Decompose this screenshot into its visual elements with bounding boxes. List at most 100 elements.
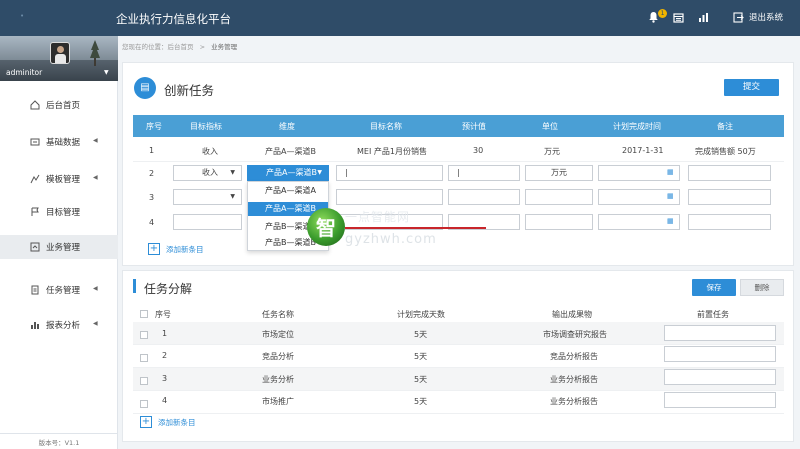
note-input[interactable] <box>688 165 771 181</box>
unit-input[interactable] <box>525 214 593 230</box>
indicator-value: 收入 <box>202 147 218 156</box>
row-number: 4 <box>149 218 155 227</box>
target-icon <box>30 207 40 217</box>
task-decompose-title: 任务分解 <box>144 282 193 296</box>
text-cursor: | <box>457 168 460 177</box>
sidebar-item-templates[interactable]: 模板管理 ◀ <box>0 167 118 191</box>
profile-panel[interactable]: adminitor ▼ <box>0 36 118 81</box>
breadcrumb-separator: > <box>199 43 206 51</box>
predecessor-input[interactable] <box>664 325 776 341</box>
avatar[interactable] <box>50 42 70 64</box>
tree-icon <box>90 40 100 66</box>
document-icon: ▤ <box>134 77 156 99</box>
calendar-icon[interactable] <box>671 9 685 25</box>
select-all-checkbox[interactable] <box>140 310 148 318</box>
chevron-left-icon: ◀ <box>93 285 98 292</box>
sidebar-item-reports[interactable]: 报表分析 ◀ <box>0 313 118 337</box>
sidebar-item-business[interactable]: 业务管理 <box>0 235 118 259</box>
note-input[interactable] <box>688 189 771 205</box>
sidebar-item-label: 后台首页 <box>46 101 81 111</box>
task-name: 竞品分析 <box>262 352 294 361</box>
top-bar: • 企业执行力信息化平台 1 退出系统 <box>0 0 800 36</box>
add-entry-button[interactable]: + 添加新条目 <box>140 416 196 428</box>
delete-button[interactable]: 删除 <box>740 279 784 296</box>
row-checkbox[interactable] <box>140 354 148 362</box>
date-input[interactable]: ▦ <box>598 165 680 181</box>
sidebar-item-label: 报表分析 <box>46 321 81 331</box>
note-input[interactable] <box>688 214 771 230</box>
column-header: 前置任务 <box>697 310 729 319</box>
unit-input[interactable] <box>525 189 593 205</box>
plus-icon: + <box>148 243 160 255</box>
chevron-left-icon: ◀ <box>93 174 98 181</box>
task-days: 5天 <box>414 375 428 384</box>
target-name-input[interactable] <box>336 189 443 205</box>
row-checkbox[interactable] <box>140 377 148 385</box>
row-checkbox[interactable] <box>140 400 148 408</box>
column-header: 单位 <box>542 122 558 131</box>
database-icon <box>30 137 40 147</box>
unit-value: 万元 <box>544 147 560 156</box>
logout-icon <box>733 11 744 23</box>
breadcrumb: 您现在的位置：后台首页 > 业务管理 <box>122 41 237 51</box>
sidebar-item-label: 业务管理 <box>46 243 81 253</box>
submit-button[interactable]: 提交 <box>724 79 779 96</box>
dimension-select-value: 产品A—渠道B <box>266 168 317 177</box>
note-value: 完成销售额 50万 <box>695 147 756 156</box>
caret-down-icon: ▼ <box>230 193 235 200</box>
expected-value-input[interactable]: | <box>448 165 520 181</box>
add-entry-button[interactable]: + 添加新条目 <box>148 243 204 255</box>
date-input[interactable]: ▦ <box>598 189 680 205</box>
sidebar-item-targets[interactable]: 目标管理 <box>0 200 118 224</box>
calendar-icon[interactable]: ▦ <box>667 168 675 176</box>
column-header: 计划完成时间 <box>613 122 661 131</box>
column-header: 序号 <box>155 310 171 319</box>
target-name-input[interactable]: | <box>336 165 443 181</box>
sidebar-item-basic-data[interactable]: 基础数据 ◀ <box>0 130 118 154</box>
column-header: 目标名称 <box>370 122 402 131</box>
predecessor-input[interactable] <box>664 346 776 362</box>
caret-down-icon: ▼ <box>317 169 322 176</box>
dimension-select[interactable]: 产品A—渠道B ▼ <box>247 165 329 181</box>
predecessor-input[interactable] <box>664 392 776 408</box>
sidebar: adminitor ▼ 后台首页 基础数据 ◀ 模板管理 ◀ 目标管理 业务管理… <box>0 36 118 449</box>
predecessor-input[interactable] <box>664 369 776 385</box>
unit-input[interactable]: 万元 <box>525 165 593 181</box>
watermark-logo: 智 <box>307 208 345 246</box>
table-row <box>133 138 784 162</box>
username: adminitor <box>6 68 43 77</box>
date-input[interactable]: ▦ <box>598 214 680 230</box>
sidebar-item-label: 目标管理 <box>46 208 81 218</box>
template-icon <box>30 174 40 184</box>
dropdown-option[interactable]: 产品A—渠道A <box>248 184 328 198</box>
expected-value-input[interactable] <box>448 189 520 205</box>
row-number: 4 <box>162 396 168 405</box>
caret-down-icon: ▼ <box>230 169 235 176</box>
save-button[interactable]: 保存 <box>692 279 736 296</box>
row-checkbox[interactable] <box>140 331 148 339</box>
column-header: 备注 <box>717 122 733 131</box>
bar-chart-icon[interactable] <box>696 9 710 25</box>
sidebar-item-home[interactable]: 后台首页 <box>0 93 118 117</box>
indicator-select[interactable]: ▼ <box>173 189 242 205</box>
row-number: 2 <box>149 169 155 178</box>
logout-button[interactable]: 退出系统 <box>733 11 783 23</box>
sidebar-item-tasks[interactable]: 任务管理 ◀ <box>0 278 118 302</box>
watermark-text-bottom: gyzhwh.com <box>345 232 437 247</box>
chevron-down-icon[interactable]: ▼ <box>104 69 109 76</box>
business-icon <box>30 242 40 252</box>
column-header: 序号 <box>146 122 162 131</box>
calendar-icon[interactable]: ▦ <box>667 217 675 225</box>
calendar-icon[interactable]: ▦ <box>667 192 675 200</box>
sidebar-item-label: 模板管理 <box>46 175 81 185</box>
row-number: 1 <box>149 146 155 155</box>
indicator-select[interactable]: 收入 ▼ <box>173 165 242 181</box>
task-name: 业务分析 <box>262 375 294 384</box>
task-output: 业务分析报告 <box>550 397 598 406</box>
breadcrumb-home[interactable]: 后台首页 <box>168 43 194 51</box>
row-number: 2 <box>162 351 168 360</box>
watermark-char: 智 <box>316 216 336 240</box>
chart-icon <box>30 320 40 330</box>
indicator-select[interactable] <box>173 214 242 230</box>
text-cursor: | <box>345 168 348 177</box>
